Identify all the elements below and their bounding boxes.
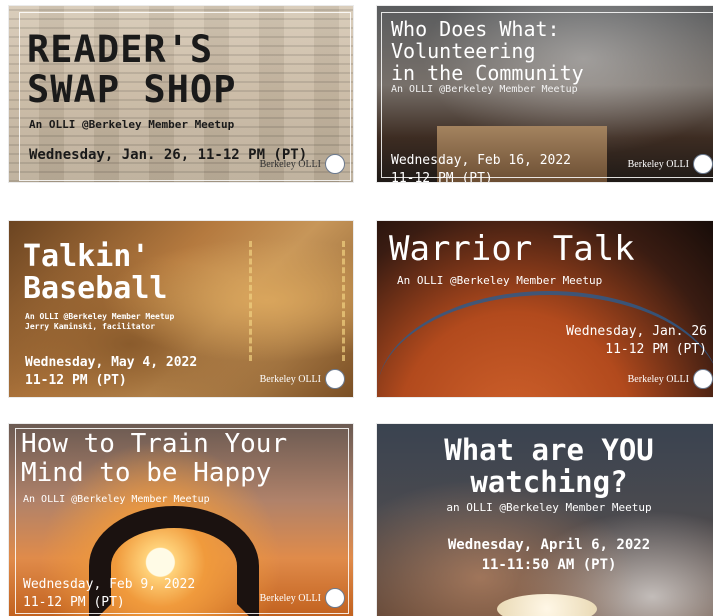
event-subtitle: An OLLI @Berkeley Member Meetup [397, 274, 603, 287]
event-card-readers-swap-shop[interactable]: READER'S SWAP SHOP An OLLI @Berkeley Mem… [9, 6, 353, 182]
event-date: Wednesday, Feb 16, 2022 11-12 PM (PT) [391, 153, 572, 182]
logo-text: Berkeley OLLI [259, 158, 321, 170]
event-subtitle: an OLLI @Berkeley Member Meetup [446, 501, 652, 514]
event-date: Wednesday, Jan. 26 11-12 PM (PT) [566, 324, 707, 357]
berkeley-olli-logo: Berkeley OLLI [260, 369, 345, 389]
olli-seal-icon [693, 154, 713, 174]
event-card-what-are-you-watching[interactable]: What are YOU watching? an OLLI @Berkeley… [377, 424, 713, 616]
logo-text: Berkeley OLLI [627, 158, 689, 170]
event-subtitle: An OLLI @Berkeley Member Meetup [391, 84, 578, 95]
event-date: Wednesday, Feb 9, 2022 11-12 PM (PT) [23, 577, 196, 610]
event-date: Wednesday, April 6, 2022 11-11:50 AM (PT… [447, 537, 651, 573]
event-subtitle: An OLLI @Berkeley Member Meetup [29, 118, 235, 131]
berkeley-olli-logo: Berkeley OLLI [260, 154, 345, 174]
event-subtitle: An OLLI @Berkeley Member Meetup Jerry Ka… [25, 312, 175, 331]
logo-text: Berkeley OLLI [259, 373, 321, 385]
olli-seal-icon [325, 588, 345, 608]
logo-text: Berkeley OLLI [627, 373, 689, 385]
popcorn-image [497, 594, 597, 616]
facilitator-text: Jerry Kaminski, facilitator [25, 322, 156, 331]
event-card-warrior-talk[interactable]: Warrior Talk An OLLI @Berkeley Member Me… [377, 221, 713, 397]
event-subtitle: An OLLI @Berkeley Member Meetup [23, 494, 210, 505]
logo-text: Berkeley OLLI [259, 592, 321, 604]
berkeley-olli-logo: Berkeley OLLI [260, 588, 345, 608]
glove-stitching [249, 241, 345, 361]
berkeley-olli-logo: Berkeley OLLI [628, 154, 713, 174]
event-title: What are YOU watching? [444, 433, 654, 499]
event-title: Talkin' Baseball [23, 239, 168, 306]
event-title: READER'S SWAP SHOP [27, 28, 237, 111]
olli-seal-icon [325, 154, 345, 174]
event-card-volunteering[interactable]: Who Does What: Volunteering in the Commu… [377, 6, 713, 182]
event-date: Wednesday, May 4, 2022 11-12 PM (PT) [25, 355, 198, 388]
event-card-train-your-mind[interactable]: How to Train Your Mind to be Happy An OL… [9, 424, 353, 616]
olli-seal-icon [693, 369, 713, 389]
event-title: Who Does What: Volunteering in the Commu… [391, 17, 584, 85]
event-title: How to Train Your Mind to be Happy [21, 429, 288, 488]
event-title: Warrior Talk [389, 229, 635, 269]
berkeley-olli-logo: Berkeley OLLI [628, 369, 713, 389]
event-card-talkin-baseball[interactable]: Talkin' Baseball An OLLI @Berkeley Membe… [9, 221, 353, 397]
olli-seal-icon [325, 369, 345, 389]
